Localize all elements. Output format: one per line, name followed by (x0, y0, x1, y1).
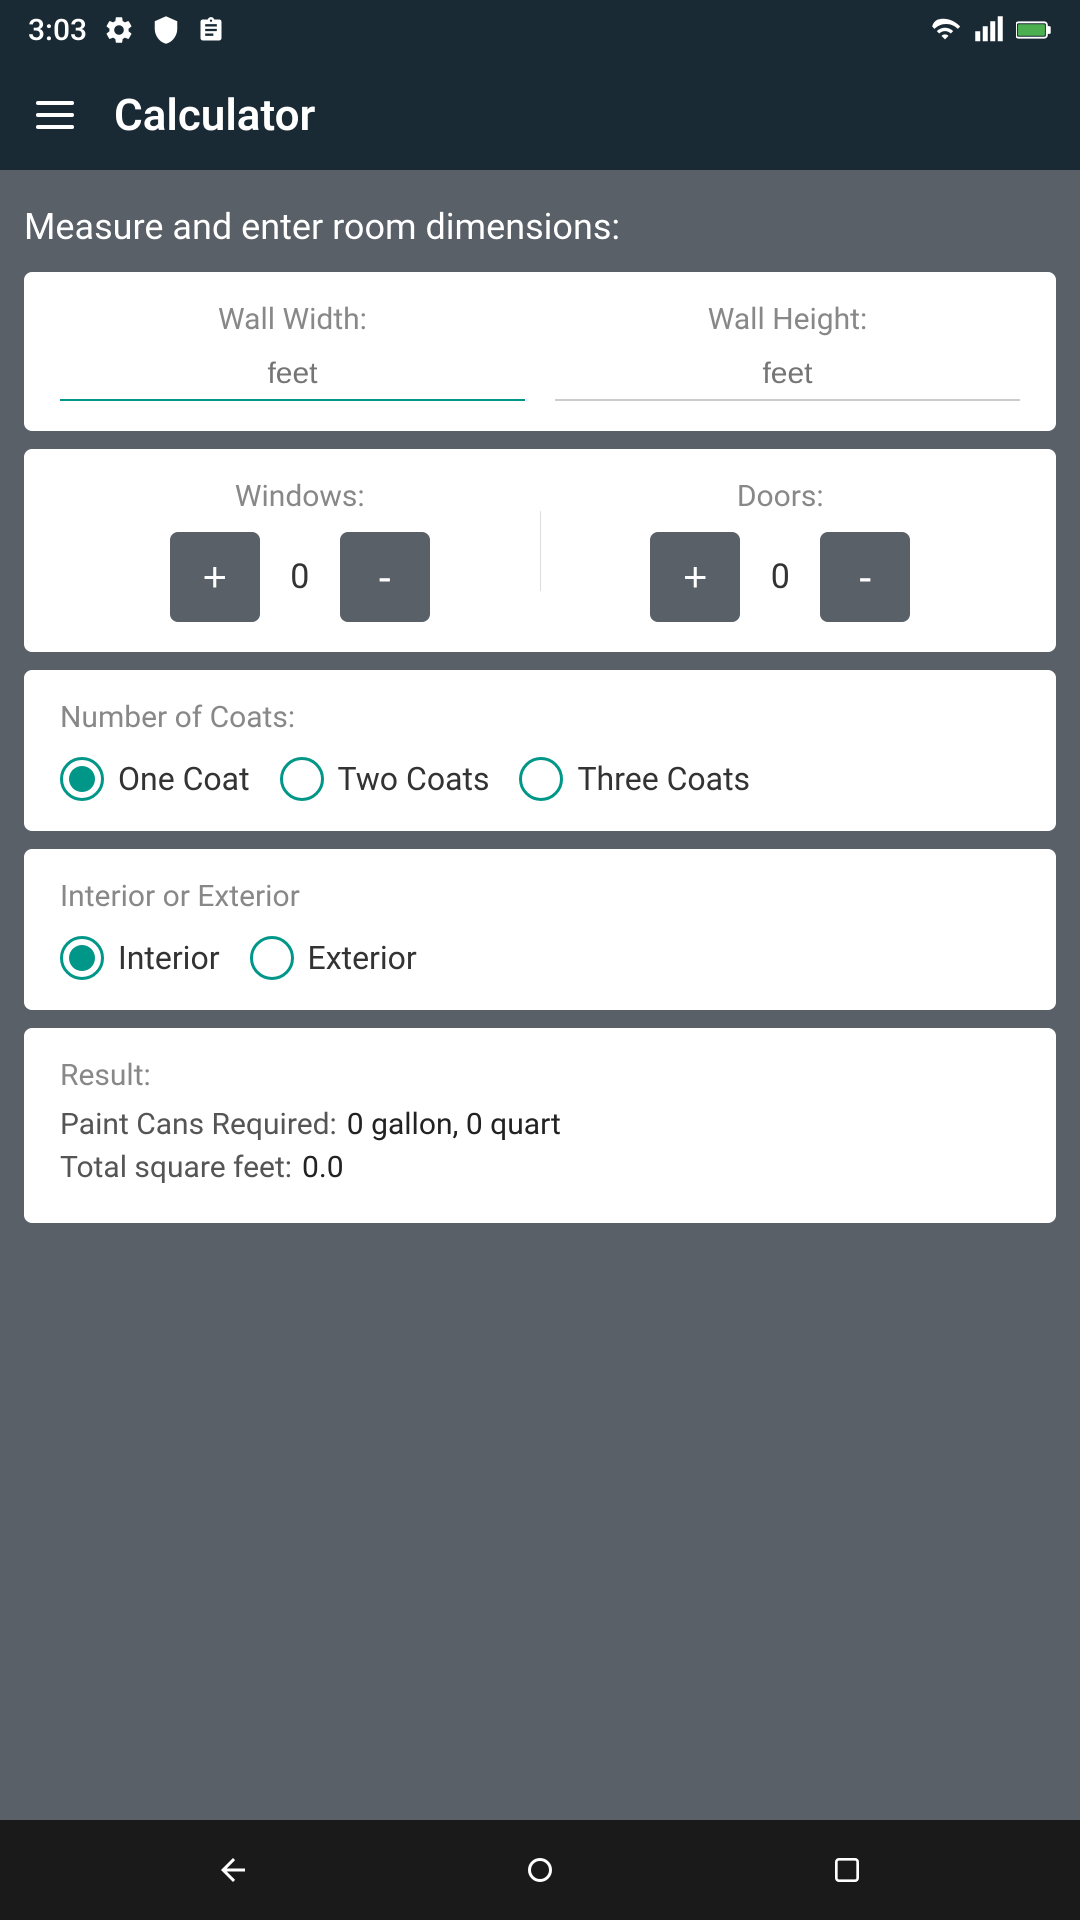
interior-exterior-card: Interior or Exterior Interior Exterior (24, 849, 1056, 1010)
back-icon (215, 1852, 251, 1888)
app-bar: Calculator (0, 60, 1080, 170)
status-bar: 3:03 (0, 0, 1080, 60)
app-bar-title: Calculator (114, 89, 315, 141)
doors-minus-button[interactable]: - (820, 532, 910, 622)
counters-row: Windows: + 0 - Doors: + 0 - (60, 479, 1020, 622)
interior-exterior-label: Interior or Exterior (60, 879, 1020, 914)
total-sqft-value: 0.0 (302, 1150, 344, 1185)
interior-label: Interior (118, 939, 220, 977)
doors-plus-button[interactable]: + (650, 532, 740, 622)
one-coat-radio-inner (69, 766, 95, 792)
wall-height-group: Wall Height: (555, 302, 1020, 401)
windows-minus-button[interactable]: - (340, 532, 430, 622)
battery-icon (1016, 17, 1052, 43)
back-button[interactable] (206, 1843, 260, 1897)
result-label: Result: (60, 1058, 1020, 1093)
doors-value: 0 (760, 557, 800, 597)
wall-width-label: Wall Width: (218, 302, 367, 337)
interior-radio-outer (60, 936, 104, 980)
paint-cans-value: 0 gallon, 0 quart (347, 1107, 561, 1142)
paint-cans-label: Paint Cans Required: (60, 1107, 337, 1142)
exterior-label: Exterior (308, 939, 417, 977)
two-coats-option[interactable]: Two Coats (280, 757, 490, 801)
signal-icon (974, 15, 1004, 45)
wall-height-label: Wall Height: (708, 302, 868, 337)
three-coats-option[interactable]: Three Coats (519, 757, 750, 801)
one-coat-option[interactable]: One Coat (60, 757, 250, 801)
doors-controls: + 0 - (650, 532, 910, 622)
windows-value: 0 (280, 557, 320, 597)
three-coats-label: Three Coats (577, 760, 750, 798)
two-coats-label: Two Coats (338, 760, 490, 798)
dimensions-card: Wall Width: Wall Height: (24, 272, 1056, 431)
hamburger-menu-button[interactable] (36, 101, 74, 129)
total-sqft-row: Total square feet: 0.0 (60, 1150, 1020, 1185)
coats-section-label: Number of Coats: (60, 700, 1020, 735)
wall-width-input[interactable] (60, 349, 525, 401)
settings-icon (103, 14, 135, 46)
dimensions-row: Wall Width: Wall Height: (60, 302, 1020, 401)
bottom-nav (0, 1820, 1080, 1920)
exterior-option[interactable]: Exterior (250, 936, 417, 980)
interior-exterior-radio-group: Interior Exterior (60, 936, 1020, 980)
total-sqft-label: Total square feet: (60, 1150, 292, 1185)
windows-label: Windows: (235, 479, 365, 514)
recents-icon (831, 1854, 863, 1886)
wall-width-group: Wall Width: (60, 302, 525, 401)
coats-radio-group: One Coat Two Coats Three Coats (60, 757, 1020, 801)
counters-card: Windows: + 0 - Doors: + 0 - (24, 449, 1056, 652)
wifi-icon (928, 16, 962, 44)
shield-icon (151, 14, 181, 46)
clipboard-icon (197, 14, 225, 46)
main-content: Measure and enter room dimensions: Wall … (0, 170, 1080, 1820)
coats-card: Number of Coats: One Coat Two Coats Thre… (24, 670, 1056, 831)
paint-cans-row: Paint Cans Required: 0 gallon, 0 quart (60, 1107, 1020, 1142)
exterior-radio-outer (250, 936, 294, 980)
status-left: 3:03 (28, 13, 225, 48)
three-coats-radio-outer (519, 757, 563, 801)
status-time: 3:03 (28, 13, 87, 48)
interior-option[interactable]: Interior (60, 936, 220, 980)
two-coats-radio-outer (280, 757, 324, 801)
doors-label: Doors: (737, 479, 824, 514)
one-coat-radio-outer (60, 757, 104, 801)
home-button[interactable] (513, 1843, 567, 1897)
wall-height-input[interactable] (555, 349, 1020, 401)
one-coat-label: One Coat (118, 760, 250, 798)
windows-controls: + 0 - (170, 532, 430, 622)
main-instruction: Measure and enter room dimensions: (24, 206, 1056, 248)
doors-group: Doors: + 0 - (541, 479, 1021, 622)
windows-group: Windows: + 0 - (60, 479, 540, 622)
home-icon (522, 1852, 558, 1888)
recents-button[interactable] (820, 1843, 874, 1897)
windows-plus-button[interactable]: + (170, 532, 260, 622)
status-right (928, 15, 1052, 45)
interior-radio-inner (69, 945, 95, 971)
result-card: Result: Paint Cans Required: 0 gallon, 0… (24, 1028, 1056, 1223)
